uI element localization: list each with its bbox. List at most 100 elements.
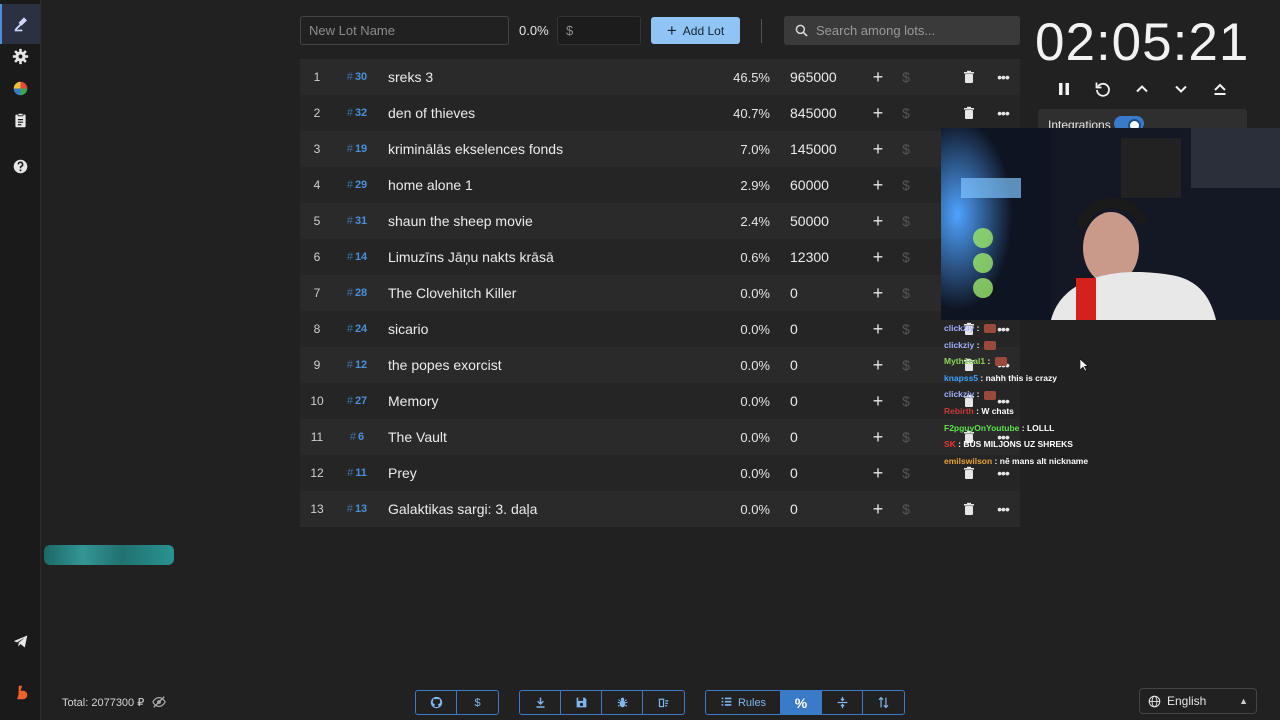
rules-button[interactable]: Rules [706, 691, 781, 714]
dollar-button[interactable]: $ [900, 213, 912, 229]
github-button[interactable] [416, 691, 457, 714]
lot-id-value: 13 [354, 503, 368, 515]
dollar-button[interactable]: $ [900, 285, 912, 301]
add-amount-button[interactable]: + [870, 356, 886, 374]
lot-amount[interactable]: 50000 [790, 213, 829, 229]
lot-name[interactable]: sreks 3 [388, 69, 433, 85]
lot-row: 13 #13 Galaktikas sargi: 3. daļa 0.0% 0 … [300, 491, 1020, 527]
dollar-button[interactable]: $ [900, 69, 912, 85]
chat-username: emilswilson [944, 455, 993, 466]
debug-button[interactable] [602, 691, 643, 714]
dollar-button[interactable]: $ [900, 357, 912, 373]
chat-message: Rebirth : W chats [944, 405, 1014, 416]
add-amount-button[interactable]: + [870, 464, 886, 482]
dollar-button[interactable]: $ [900, 105, 912, 121]
compact-button[interactable] [822, 691, 863, 714]
chat-username: SK [944, 439, 956, 450]
lot-amount[interactable]: 0 [790, 501, 798, 517]
chevron-up-icon[interactable] [1133, 80, 1151, 98]
new-lot-name-input[interactable]: New Lot Name [300, 16, 509, 45]
percent-button[interactable]: % [781, 691, 822, 714]
chat-text: LOLLL [1026, 422, 1055, 433]
eye-off-icon[interactable] [152, 695, 167, 709]
lot-name[interactable]: Galaktikas sargi: 3. daļa [388, 501, 537, 517]
rules-label: Rules [737, 696, 767, 709]
pause-icon[interactable] [1055, 80, 1073, 98]
clear-button[interactable] [643, 691, 684, 714]
lot-name[interactable]: Prey [388, 465, 417, 481]
search-input[interactable]: Search among lots... [784, 16, 1020, 45]
dollar-button[interactable]: $ [900, 249, 912, 265]
chevron-down-icon[interactable] [1172, 80, 1190, 98]
add-amount-button[interactable]: + [870, 500, 886, 518]
delete-button[interactable] [962, 106, 976, 120]
trash-icon [964, 502, 974, 515]
add-amount-button[interactable]: + [870, 104, 886, 122]
lot-name[interactable]: Limuzīns Jāņu nakts krāsā [388, 249, 554, 265]
lot-amount[interactable]: 145000 [790, 141, 837, 157]
help-icon[interactable] [9, 155, 31, 177]
dollar-button[interactable]: $ [900, 321, 912, 337]
lot-amount[interactable]: 965000 [790, 69, 837, 85]
lot-amount[interactable]: 0 [790, 465, 798, 481]
eject-icon[interactable] [1211, 80, 1229, 98]
chat-username: F2pguyOnYoutube [944, 422, 1020, 433]
add-amount-button[interactable]: + [870, 140, 886, 158]
lot-amount[interactable]: 0 [790, 429, 798, 445]
dollar-button[interactable]: $ [900, 393, 912, 409]
donate-button[interactable]: $ [457, 691, 498, 714]
dollar-button[interactable]: $ [900, 501, 912, 517]
lot-amount[interactable]: 0 [790, 393, 798, 409]
add-amount-button[interactable]: + [870, 176, 886, 194]
lot-name[interactable]: The Vault [388, 429, 447, 445]
add-amount-button[interactable]: + [870, 212, 886, 230]
boosty-icon[interactable] [9, 681, 31, 703]
reset-icon[interactable] [1094, 80, 1112, 98]
gear-icon[interactable] [9, 45, 31, 67]
lot-row: 6 #14 Limuzīns Jāņu nakts krāsā 0.6% 123… [300, 239, 1020, 275]
add-amount-button[interactable]: + [870, 392, 886, 410]
lot-amount[interactable]: 0 [790, 357, 798, 373]
language-select[interactable]: English ▲ [1139, 688, 1257, 714]
lot-amount[interactable]: 12300 [790, 249, 829, 265]
add-lot-button[interactable]: + Add Lot [651, 17, 740, 44]
lot-amount[interactable]: 60000 [790, 177, 829, 193]
dollar-button[interactable]: $ [900, 465, 912, 481]
lot-name[interactable]: the popes exorcist [388, 357, 502, 373]
lot-amount[interactable]: 0 [790, 285, 798, 301]
dollar-button[interactable]: $ [900, 177, 912, 193]
save-button[interactable] [561, 691, 602, 714]
auction-icon[interactable] [0, 4, 40, 44]
lot-amount[interactable]: 0 [790, 321, 798, 337]
dollar-button[interactable]: $ [900, 429, 912, 445]
new-lot-amount-input[interactable]: $ [557, 16, 641, 45]
telegram-icon[interactable] [9, 630, 31, 652]
lot-name[interactable]: den of thieves [388, 105, 475, 121]
add-amount-button[interactable]: + [870, 284, 886, 302]
add-amount-button[interactable]: + [870, 68, 886, 86]
sort-button[interactable] [863, 691, 904, 714]
lot-name[interactable]: kriminālās ekselences fonds [388, 141, 563, 157]
wheel-icon[interactable] [9, 77, 31, 99]
lot-name[interactable]: shaun the sheep movie [388, 213, 533, 229]
redacted-region [44, 545, 174, 565]
delete-button[interactable] [962, 502, 976, 516]
more-options-icon[interactable]: ••• [995, 105, 1011, 121]
more-options-icon[interactable]: ••• [995, 501, 1011, 517]
clipboard-icon[interactable] [9, 109, 31, 131]
dollar-button[interactable]: $ [900, 141, 912, 157]
add-amount-button[interactable]: + [870, 248, 886, 266]
add-amount-button[interactable]: + [870, 428, 886, 446]
lot-name[interactable]: sicario [388, 321, 428, 337]
chat-username: Myth1cal1 [944, 356, 986, 367]
download-button[interactable] [520, 691, 561, 714]
lot-name[interactable]: Memory [388, 393, 439, 409]
lot-index: 12 [310, 466, 324, 480]
lot-amount[interactable]: 845000 [790, 105, 837, 121]
hash-icon: # [346, 395, 353, 407]
add-amount-button[interactable]: + [870, 320, 886, 338]
lot-name[interactable]: home alone 1 [388, 177, 473, 193]
lot-name[interactable]: The Clovehitch Killer [388, 285, 516, 301]
more-options-icon[interactable]: ••• [995, 69, 1011, 85]
delete-button[interactable] [962, 70, 976, 84]
